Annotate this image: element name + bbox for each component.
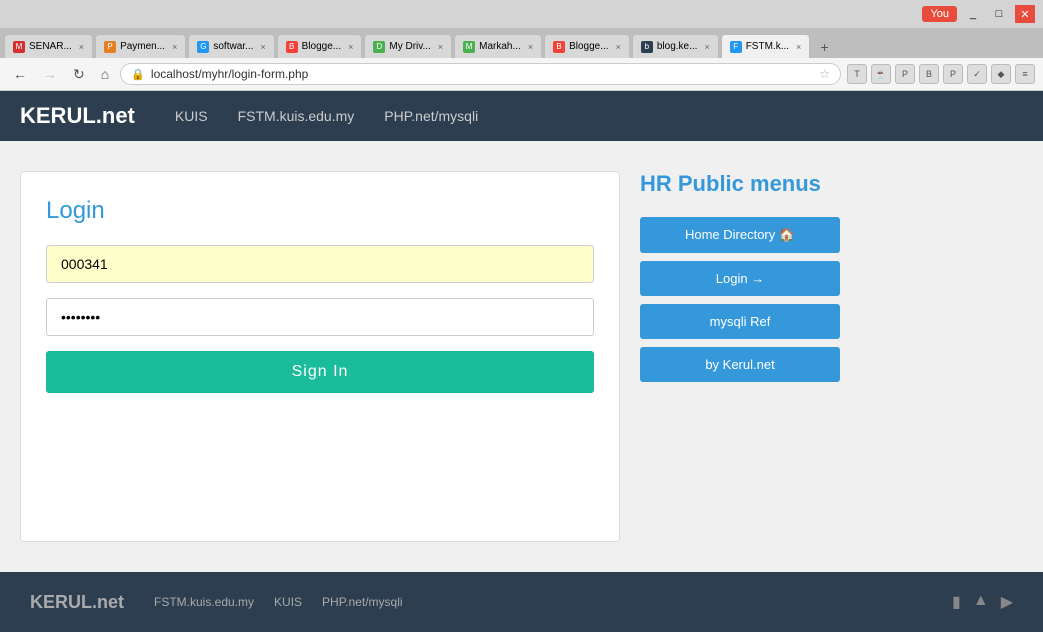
browser-tab[interactable]: F FSTM.k... × xyxy=(721,34,811,58)
browser-window: You _ □ ✕ M SENAR... ×P Paymen... ×G sof… xyxy=(0,0,1043,91)
translate-icon[interactable]: T xyxy=(847,64,867,84)
hr-sidebar-title: HR Public menus xyxy=(640,171,840,197)
username-input[interactable] xyxy=(46,245,594,283)
new-tab-button[interactable]: + xyxy=(812,36,836,58)
footer-socials: ▮ ▲ ▶ xyxy=(952,592,1013,612)
back-button[interactable]: ← xyxy=(8,64,32,84)
forward-button[interactable]: → xyxy=(38,64,62,84)
site-nav: KERUL.net KUIS FSTM.kuis.edu.my PHP.net/my… xyxy=(0,91,1043,141)
browser-tabs-row: M SENAR... ×P Paymen... ×G softwar... ×B… xyxy=(0,28,1043,58)
password-input[interactable] xyxy=(46,298,594,336)
signin-button[interactable]: Sign In xyxy=(46,351,594,393)
nav-link[interactable]: KUIS xyxy=(175,108,208,124)
sidebar-btn-3[interactable]: by Kerul.net xyxy=(640,347,840,382)
lock-icon: 🔒 xyxy=(131,68,145,81)
site-content: Login Sign In HR Public menus Home Direc… xyxy=(0,141,1043,572)
browser-tab[interactable]: B Blogge... × xyxy=(277,34,363,58)
login-card: Login Sign In xyxy=(20,171,620,542)
extension-icon-6[interactable]: ◆ xyxy=(991,64,1011,84)
reload-button[interactable]: ↻ xyxy=(68,64,90,85)
hr-sidebar: HR Public menus Home Directory 🏠 Login → m… xyxy=(640,171,840,542)
nav-link[interactable]: FSTM.kuis.edu.my xyxy=(238,108,355,124)
browser-tab[interactable]: P Paymen... × xyxy=(95,34,186,58)
twitter-icon[interactable]: ▲ xyxy=(973,592,989,612)
extension-icon-2[interactable]: P xyxy=(895,64,915,84)
minimize-button[interactable]: _ xyxy=(963,5,983,23)
facebook-icon[interactable]: ▮ xyxy=(952,592,961,612)
footer-link[interactable]: PHP.net/mysqli xyxy=(322,595,402,609)
home-button[interactable]: ⌂ xyxy=(96,64,114,84)
url-text: localhost/myhr/login-form.php xyxy=(151,67,813,81)
extension-icon-3[interactable]: B xyxy=(919,64,939,84)
url-bar[interactable]: 🔒 localhost/myhr/login-form.php ☆ xyxy=(120,63,841,85)
site-footer: KERUL.net FSTM.kuis.edu.my KUIS PHP.net/my… xyxy=(0,572,1043,632)
footer-link[interactable]: FSTM.kuis.edu.my xyxy=(154,595,254,609)
extension-icon-4[interactable]: P xyxy=(943,64,963,84)
title-bar: You _ □ ✕ xyxy=(0,0,1043,28)
extension-icon-5[interactable]: ✓ xyxy=(967,64,987,84)
address-bar: ← → ↻ ⌂ 🔒 localhost/myhr/login-form.php … xyxy=(0,58,1043,91)
footer-links: FSTM.kuis.edu.my KUIS PHP.net/mysqli xyxy=(154,595,403,609)
site-logo: KERUL.net xyxy=(20,103,135,129)
maximize-button[interactable]: □ xyxy=(989,5,1009,23)
close-button[interactable]: ✕ xyxy=(1015,5,1035,23)
sidebar-buttons: Home Directory 🏠 Login → mysqli Ref by Keru… xyxy=(640,217,840,382)
browser-tab[interactable]: D My Driv... × xyxy=(364,34,452,58)
user-label: You xyxy=(922,6,957,22)
nav-link[interactable]: PHP.net/mysqli xyxy=(384,108,478,124)
sidebar-btn-2[interactable]: mysqli Ref xyxy=(640,304,840,339)
login-title: Login xyxy=(46,197,594,225)
browser-tab[interactable]: G softwar... × xyxy=(188,34,274,58)
extension-icon-1[interactable]: ☕ xyxy=(871,64,891,84)
bookmark-icon: ☆ xyxy=(819,67,830,81)
sidebar-btn-0[interactable]: Home Directory 🏠 xyxy=(640,217,840,253)
menu-icon[interactable]: ≡ xyxy=(1015,64,1035,84)
chat-icon[interactable]: ▶ xyxy=(1001,592,1013,612)
browser-tab[interactable]: M SENAR... × xyxy=(4,34,93,58)
browser-tab[interactable]: M Markah... × xyxy=(454,34,542,58)
toolbar-icons: T ☕ P B P ✓ ◆ ≡ xyxy=(847,64,1035,84)
browser-tab[interactable]: B Blogge... × xyxy=(544,34,630,58)
footer-link[interactable]: KUIS xyxy=(274,595,302,609)
footer-logo: KERUL.net xyxy=(30,592,124,613)
nav-links: KUIS FSTM.kuis.edu.my PHP.net/mysqli xyxy=(175,108,478,124)
site-wrapper: KERUL.net KUIS FSTM.kuis.edu.my PHP.net/my… xyxy=(0,91,1043,632)
sidebar-btn-1[interactable]: Login → xyxy=(640,261,840,296)
browser-tab[interactable]: b blog.ke... × xyxy=(632,34,719,58)
